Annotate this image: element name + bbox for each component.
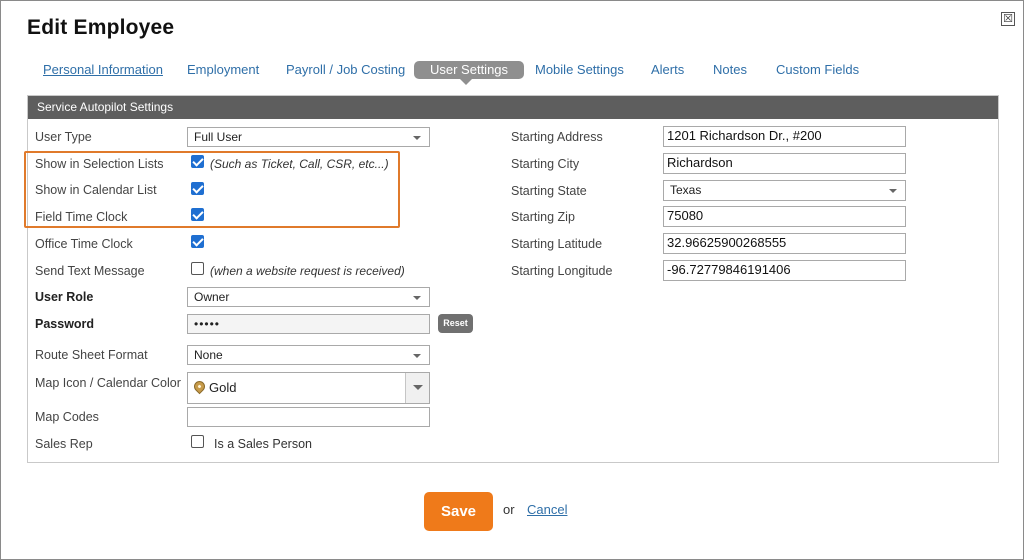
tab-notes[interactable]: Notes <box>713 62 747 77</box>
tab-employment[interactable]: Employment <box>187 62 259 77</box>
send-text-message-label: Send Text Message <box>35 264 145 278</box>
user-role-select[interactable]: Owner <box>187 287 430 307</box>
tab-custom-fields[interactable]: Custom Fields <box>776 62 859 77</box>
sales-rep-label: Sales Rep <box>35 437 93 451</box>
chevron-down-icon[interactable] <box>405 373 429 403</box>
starting-longitude-label: Starting Longitude <box>511 264 613 278</box>
map-codes-label: Map Codes <box>35 410 99 424</box>
starting-latitude-input[interactable]: 32.96625900268555 <box>663 233 906 254</box>
close-icon[interactable]: ☒ <box>1001 12 1015 26</box>
or-text: or <box>503 502 515 517</box>
user-type-select[interactable]: Full User <box>187 127 430 147</box>
route-sheet-format-value: None <box>194 348 223 362</box>
user-role-value: Owner <box>194 290 230 304</box>
active-tab-pointer <box>460 79 472 85</box>
dialog-title: Edit Employee <box>27 16 175 39</box>
chevron-down-icon <box>413 136 421 140</box>
office-time-clock-label: Office Time Clock <box>35 237 133 251</box>
map-pin-icon <box>191 378 208 395</box>
map-codes-input[interactable] <box>187 407 430 427</box>
starting-address-input[interactable]: 1201 Richardson Dr., #200 <box>663 126 906 147</box>
starting-city-label: Starting City <box>511 157 580 171</box>
tab-user-settings[interactable]: User Settings <box>414 61 525 79</box>
starting-city-input[interactable]: Richardson <box>663 153 906 174</box>
chevron-down-icon <box>889 189 897 193</box>
user-role-label: User Role <box>35 290 94 304</box>
chevron-down-icon <box>413 354 421 358</box>
send-text-message-checkbox[interactable] <box>191 262 204 275</box>
office-time-clock-checkbox[interactable] <box>191 235 204 248</box>
starting-zip-input[interactable]: 75080 <box>663 206 906 227</box>
user-type-label: User Type <box>35 130 92 144</box>
starting-state-value: Texas <box>670 183 702 197</box>
panel-header: Service Autopilot Settings <box>28 96 998 119</box>
starting-zip-label: Starting Zip <box>511 210 575 224</box>
map-icon-calendar-color-label: Map Icon / Calendar Color <box>35 376 181 390</box>
map-icon-color-value: Gold <box>209 380 237 395</box>
tab-mobile-settings[interactable]: Mobile Settings <box>535 62 624 77</box>
starting-longitude-input[interactable]: -96.72779846191406 <box>663 260 906 281</box>
user-type-value: Full User <box>194 130 243 144</box>
send-text-message-note: (when a website request is received) <box>210 264 405 278</box>
tab-alerts[interactable]: Alerts <box>651 62 684 77</box>
cancel-link[interactable]: Cancel <box>527 502 567 517</box>
password-label: Password <box>35 317 95 331</box>
save-button[interactable]: Save <box>424 492 493 531</box>
route-sheet-format-label: Route Sheet Format <box>35 348 148 362</box>
chevron-down-icon <box>413 296 421 300</box>
password-field[interactable]: ••••• <box>187 314 430 334</box>
starting-address-label: Starting Address <box>511 130 603 144</box>
route-sheet-format-select[interactable]: None <box>187 345 430 365</box>
tab-payroll-job-costing[interactable]: Payroll / Job Costing <box>286 62 405 77</box>
starting-latitude-label: Starting Latitude <box>511 237 603 251</box>
starting-state-label: Starting State <box>511 184 587 198</box>
sales-rep-text: Is a Sales Person <box>214 437 312 451</box>
sales-rep-checkbox[interactable] <box>191 435 204 448</box>
tab-personal-information[interactable]: Personal Information <box>43 62 163 77</box>
starting-state-select[interactable]: Texas <box>663 180 906 201</box>
map-icon-color-select[interactable]: Gold <box>187 372 430 404</box>
highlight-box <box>24 151 400 228</box>
reset-password-button[interactable]: Reset <box>438 314 473 333</box>
